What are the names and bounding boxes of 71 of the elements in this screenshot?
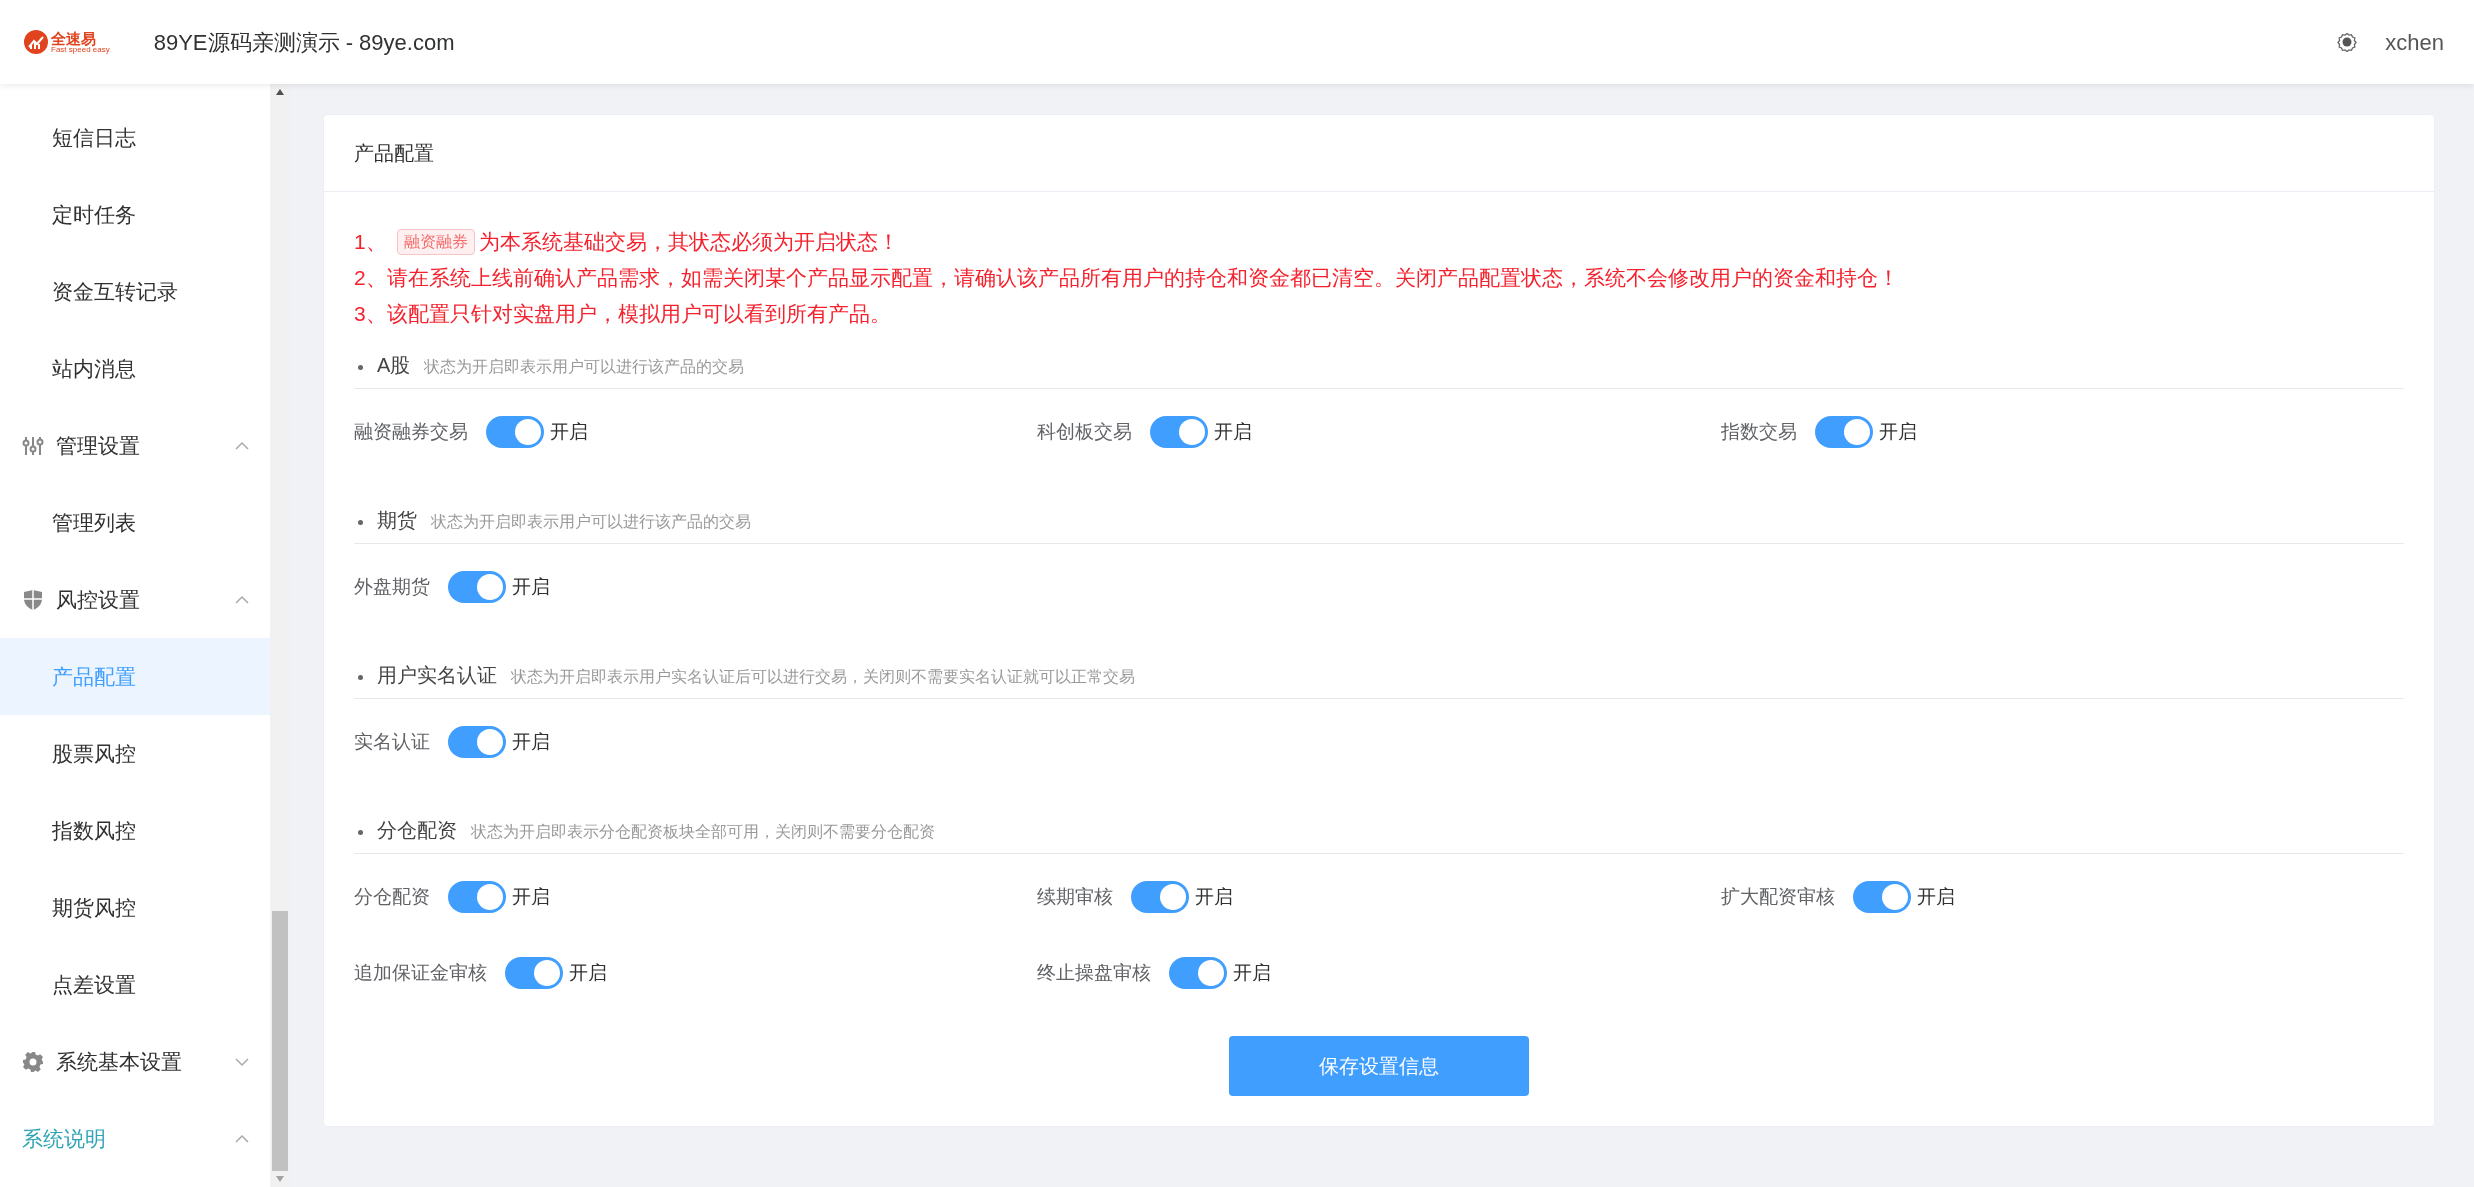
section-title: 分仓配资	[377, 818, 457, 843]
card-title: 产品配置	[354, 141, 434, 166]
note-text: 3、该配置只针对实盘用户，模拟用户可以看到所有产品。	[354, 301, 891, 327]
section-title: A股	[377, 353, 411, 378]
toggle-switch[interactable]	[505, 957, 563, 989]
switch-label: 终止操盘审核	[1037, 960, 1152, 985]
scroll-up-arrow-icon[interactable]	[275, 88, 285, 96]
toggle-switch[interactable]	[1852, 881, 1911, 913]
switch-state: 开启	[512, 729, 550, 754]
site-title: 89YE源码亲测演示 - 89ye.com	[153, 28, 455, 57]
bullet-icon	[358, 520, 363, 525]
sidebar-group[interactable]: 管理设置	[0, 407, 270, 484]
section-hint: 状态为开启即表示用户可以进行该产品的交易	[431, 512, 751, 532]
switch-label: 融资融券交易	[354, 419, 468, 444]
sidebar-group-label: 管理设置	[56, 432, 140, 459]
section-title: 用户实名认证	[377, 663, 497, 688]
toggle-switch[interactable]	[448, 726, 506, 758]
note-number: 1、	[354, 229, 387, 255]
sidebar-scrollbar[interactable]	[270, 84, 290, 1187]
switch-label: 追加保证金审核	[354, 960, 487, 985]
bullet-icon	[358, 365, 363, 370]
logo-icon	[24, 30, 48, 54]
sidebar-group-label: 系统说明	[22, 1125, 106, 1152]
section-hint: 状态为开启即表示用户可以进行该产品的交易	[424, 357, 745, 377]
scrollbar-thumb[interactable]	[272, 911, 288, 1171]
switch-label: 实名认证	[354, 729, 430, 754]
logo-text: 全速易	[51, 30, 97, 46]
switch-label: 分仓配资	[354, 884, 430, 909]
switch-state: 开启	[512, 884, 550, 909]
section-title: 期货	[377, 508, 417, 533]
username[interactable]: xchen	[2385, 25, 2444, 59]
shield-icon	[22, 588, 44, 611]
settings-icon[interactable]	[2337, 32, 2358, 52]
switch-state: 开启	[1195, 884, 1234, 909]
toggle-switch[interactable]	[1814, 416, 1873, 448]
switch-state: 开启	[1233, 960, 1272, 985]
switch-state: 开启	[1916, 884, 1955, 909]
sidebar-group-label: 风控设置	[56, 586, 140, 613]
section-hint: 状态为开启即表示分仓配资板块全部可用，关闭则不需要分仓配资	[471, 822, 935, 842]
switch-state: 开启	[1878, 419, 1917, 444]
sliders-icon	[22, 434, 44, 457]
toggle-switch[interactable]	[448, 571, 506, 603]
bullet-icon	[358, 675, 363, 680]
tag: 融资融券	[396, 229, 475, 255]
switch-label: 续期审核	[1037, 884, 1114, 909]
switch-label: 指数交易	[1720, 419, 1797, 444]
chevron-up-icon[interactable]	[234, 1133, 250, 1144]
sidebar-group[interactable]: 系统基本设置	[0, 1023, 270, 1100]
switch-state: 开启	[512, 574, 550, 599]
switch-state: 开启	[569, 960, 607, 985]
toggle-switch[interactable]	[448, 881, 506, 913]
section-hint: 状态为开启即表示用户实名认证后可以进行交易，关闭则不需要实名认证就可以正常交易	[511, 667, 1135, 687]
bullet-icon	[358, 830, 363, 835]
note-text: 2、请在系统上线前确认产品需求，如需关闭某个产品显示配置，请确认该产品所有用户的持仓和资金都已清空。关闭产品配置状态，系统不会修改用户的资金和持仓！	[354, 265, 1899, 291]
chevron-down-icon[interactable]	[234, 1056, 250, 1067]
switch-state: 开启	[550, 419, 588, 444]
toggle-switch[interactable]	[1131, 881, 1190, 913]
sidebar-group[interactable]: 风控设置	[0, 561, 270, 638]
toggle-switch[interactable]	[1150, 416, 1209, 448]
scroll-down-arrow-icon[interactable]	[275, 1175, 285, 1183]
toggle-switch[interactable]	[486, 416, 544, 448]
switch-label: 外盘期货	[354, 574, 430, 599]
chevron-up-icon[interactable]	[234, 440, 250, 451]
toggle-switch[interactable]	[1169, 957, 1228, 989]
switch-state: 开启	[1214, 419, 1253, 444]
sidebar-group-label: 系统基本设置	[56, 1048, 182, 1075]
chevron-up-icon[interactable]	[234, 594, 250, 605]
note-text: 为本系统基础交易，其状态必须为开启状态！	[478, 229, 899, 255]
switch-label: 扩大配资审核	[1720, 884, 1835, 909]
settings-icon	[22, 1050, 44, 1073]
switch-label: 科创板交易	[1037, 419, 1133, 444]
